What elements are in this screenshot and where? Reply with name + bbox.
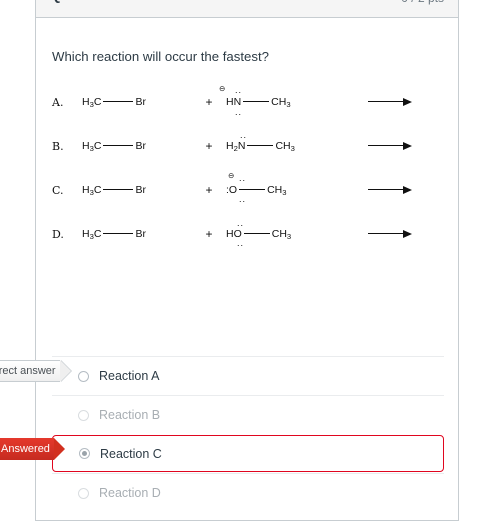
radio-button-icon[interactable] bbox=[78, 370, 89, 382]
reaction-row-label: A. bbox=[52, 95, 64, 109]
nucleophile-group: ⊖ .. .. :O bbox=[226, 172, 245, 204]
reaction-choices-figure: A. H3C Br + ⊖ .. .. HN CH3 B. H3C Br + .… bbox=[52, 80, 442, 256]
radio-button-icon[interactable] bbox=[79, 448, 90, 459]
radio-button-icon[interactable] bbox=[78, 487, 89, 499]
reaction-arrow-cell bbox=[338, 229, 442, 239]
answer-option-label: Reaction C bbox=[100, 446, 162, 461]
lone-pair-bottom-icon: .. bbox=[235, 107, 243, 118]
radio-button-icon[interactable] bbox=[78, 409, 89, 421]
reaction-substrate: H3C Br bbox=[82, 140, 192, 154]
plus-sign: + bbox=[205, 95, 213, 110]
substrate-formula-right: Br bbox=[135, 96, 146, 109]
substrate-formula-right: Br bbox=[135, 184, 146, 197]
answer-option-reaction-b[interactable]: Reaction B bbox=[52, 395, 444, 434]
substrate-formula-left: H3C bbox=[82, 184, 102, 198]
correct-answer-banner: Correct answer bbox=[0, 360, 71, 382]
correct-answer-banner-label: Correct answer bbox=[0, 365, 56, 377]
plus-sign: + bbox=[205, 227, 213, 242]
substrate-formula-right: Br bbox=[135, 228, 146, 241]
answer-option-reaction-d[interactable]: Reaction D bbox=[52, 473, 444, 512]
plus-sign: + bbox=[205, 139, 213, 154]
nucleophile-formula: :O bbox=[226, 184, 238, 197]
reaction-row: C. H3C Br + ⊖ .. .. :O CH3 bbox=[52, 168, 442, 212]
question-prompt: Which reaction will occur the fastest? bbox=[52, 49, 269, 64]
banner-arrow-point-icon bbox=[59, 360, 71, 382]
you-answered-banner-label: You Answered bbox=[0, 443, 50, 455]
you-answered-banner-body: You Answered bbox=[0, 438, 54, 460]
reaction-substrate: H3C Br bbox=[82, 228, 192, 242]
reaction-row: B. H3C Br + .. H2N CH3 bbox=[52, 124, 442, 168]
bond-line bbox=[103, 100, 134, 102]
quiz-question-page: Question 2 0 / 2 pts Which reaction will… bbox=[0, 0, 500, 521]
bond-line bbox=[243, 232, 270, 234]
lone-pair-top-icon: .. bbox=[235, 85, 243, 96]
lone-pair-top-icon: .. bbox=[239, 173, 247, 184]
nucleophile-alkyl: CH3 bbox=[267, 184, 287, 198]
bond-line bbox=[103, 232, 134, 234]
bond-line bbox=[103, 144, 134, 146]
question-title: Question 2 bbox=[50, 0, 127, 4]
banner-arrow-point-icon bbox=[53, 438, 65, 460]
lone-pair-top-icon: .. bbox=[237, 218, 245, 229]
reaction-arrow-icon bbox=[368, 97, 412, 107]
lone-pair-bottom-icon: .. bbox=[239, 194, 247, 205]
nucleophile-alkyl: CH3 bbox=[275, 140, 295, 154]
nucleophile-group: ⊖ .. .. HN bbox=[219, 85, 241, 117]
bond-line bbox=[247, 144, 274, 146]
reaction-arrow-icon bbox=[368, 185, 412, 195]
reaction-arrow-cell bbox=[338, 97, 442, 107]
reaction-row-label: B. bbox=[52, 139, 64, 153]
reaction-arrow-cell bbox=[338, 141, 442, 151]
answer-option-label: Reaction B bbox=[99, 408, 161, 422]
substrate-formula-right: Br bbox=[135, 140, 146, 153]
answer-option-reaction-a[interactable]: Reaction A bbox=[52, 356, 444, 395]
bond-line bbox=[239, 188, 266, 190]
reaction-row: D. H3C Br + .. .. HO CH3 bbox=[52, 212, 442, 256]
correct-answer-banner-body: Correct answer bbox=[0, 360, 60, 382]
lone-pair-bottom-icon: .. bbox=[237, 238, 245, 249]
lone-pair-top-icon: .. bbox=[240, 130, 248, 141]
substrate-formula-left: H3C bbox=[82, 228, 102, 242]
reaction-row-label: D. bbox=[52, 227, 64, 241]
plus-sign: + bbox=[205, 183, 213, 198]
question-header: Question 2 0 / 2 pts bbox=[36, 0, 458, 18]
substrate-formula-left: H3C bbox=[82, 140, 102, 154]
you-answered-banner: You Answered bbox=[0, 438, 65, 460]
question-points: 0 / 2 pts bbox=[401, 0, 444, 5]
reaction-nucleophile: .. .. HO CH3 bbox=[226, 219, 338, 248]
reaction-row: A. H3C Br + ⊖ .. .. HN CH3 bbox=[52, 80, 442, 124]
answer-option-label: Reaction A bbox=[99, 369, 160, 383]
answer-options-list: Reaction A Reaction B Reaction C Reactio… bbox=[52, 356, 444, 512]
negative-charge-icon: ⊖ bbox=[228, 171, 235, 181]
reaction-substrate: H3C Br bbox=[82, 184, 192, 198]
nucleophile-alkyl: CH3 bbox=[271, 228, 292, 242]
reaction-row-label: C. bbox=[52, 183, 64, 197]
negative-charge-icon: ⊖ bbox=[219, 84, 226, 94]
question-body: Which reaction will occur the fastest? A… bbox=[36, 18, 458, 256]
reaction-arrow-icon bbox=[368, 141, 412, 151]
substrate-formula-left: H3C bbox=[82, 96, 102, 110]
reaction-nucleophile: .. H2N CH3 bbox=[226, 131, 338, 154]
answer-option-label: Reaction D bbox=[99, 486, 161, 500]
reaction-nucleophile: ⊖ .. .. HN CH3 bbox=[219, 85, 338, 117]
bond-line bbox=[103, 188, 134, 190]
answer-option-reaction-c[interactable]: Reaction C bbox=[52, 435, 444, 472]
nucleophile-alkyl: CH3 bbox=[271, 96, 291, 110]
nucleophile-group: .. H2N bbox=[226, 131, 246, 154]
reaction-nucleophile: ⊖ .. .. :O CH3 bbox=[226, 172, 338, 204]
nucleophile-group: .. .. HO bbox=[226, 219, 243, 248]
bond-line bbox=[243, 100, 270, 102]
reaction-substrate: H3C Br bbox=[82, 96, 192, 110]
reaction-arrow-cell bbox=[338, 185, 442, 195]
question-card: Question 2 0 / 2 pts Which reaction will… bbox=[35, 0, 459, 521]
nucleophile-formula: H2N bbox=[226, 140, 246, 154]
reaction-arrow-icon bbox=[368, 229, 412, 239]
